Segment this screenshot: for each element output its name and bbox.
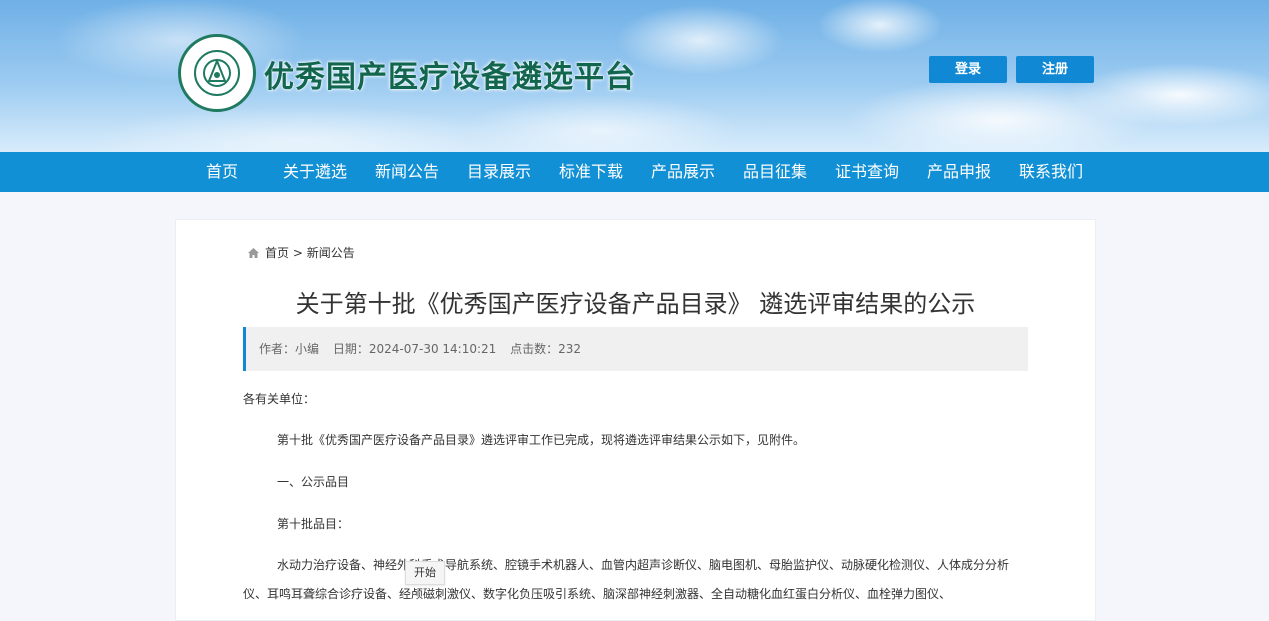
article-paragraph: 仪、耳鸣耳聋综合诊疗设备、经颅磁刺激仪、数字化负压吸引系统、脑深部神经刺激器、全… <box>243 587 952 601</box>
article-paragraph: 水动力治疗设备、神经外科手术导航系统、腔镜手术机器人、血管内超声诊断仪、脑电图机… <box>277 558 1010 572</box>
login-button[interactable]: 登录 <box>929 56 1007 83</box>
article-paragraph: 一、公示品目 <box>277 475 350 489</box>
article-paragraph: 各有关单位： <box>243 392 316 406</box>
article-date: 日期：2024-07-30 14:10:21 <box>332 342 497 356</box>
logo-emblem-icon <box>194 50 240 96</box>
breadcrumb-separator: > <box>292 246 303 260</box>
breadcrumb: 首页 > 新闻公告 <box>248 244 355 261</box>
nav-item-about[interactable]: 关于遴选 <box>283 152 347 192</box>
association-logo[interactable] <box>178 34 256 112</box>
nav-item-catalog[interactable]: 目录展示 <box>467 152 531 192</box>
article-title: 关于第十批《优秀国产医疗设备产品目录》 遴选评审结果的公示 <box>295 290 976 318</box>
nav-item-contact[interactable]: 联系我们 <box>1019 152 1083 192</box>
nav-item-standards[interactable]: 标准下载 <box>559 152 623 192</box>
header-banner: 优秀国产医疗设备遴选平台 登录 注册 <box>0 0 1269 152</box>
main-nav: 首页 关于遴选 新闻公告 目录展示 标准下载 产品展示 品目征集 证书查询 产品… <box>0 152 1269 192</box>
article-clicks: 点击数：232 <box>510 342 582 356</box>
article-meta: 作者：小编 日期：2024-07-30 14:10:21 点击数：232 <box>243 327 1028 371</box>
nav-item-collection[interactable]: 品目征集 <box>743 152 807 192</box>
nav-item-news[interactable]: 新闻公告 <box>375 152 439 192</box>
article-author: 作者：小编 <box>259 342 320 356</box>
article-card: 首页 > 新闻公告 关于第十批《优秀国产医疗设备产品目录》 遴选评审结果的公示 … <box>175 219 1096 621</box>
home-icon <box>248 248 259 258</box>
breadcrumb-current[interactable]: 新闻公告 <box>307 246 355 260</box>
nav-item-products[interactable]: 产品展示 <box>651 152 715 192</box>
start-tooltip: 开始 <box>405 561 445 585</box>
article-paragraph: 第十批《优秀国产医疗设备产品目录》遴选评审工作已完成，现将遴选评审结果公示如下，… <box>277 433 806 447</box>
register-button[interactable]: 注册 <box>1016 56 1094 83</box>
breadcrumb-home[interactable]: 首页 <box>265 246 289 260</box>
site-title: 优秀国产医疗设备遴选平台 <box>264 60 636 95</box>
nav-item-certificate[interactable]: 证书查询 <box>835 152 899 192</box>
article-paragraph: 第十批品目： <box>277 517 350 531</box>
nav-item-apply[interactable]: 产品申报 <box>927 152 991 192</box>
nav-item-home[interactable]: 首页 <box>206 152 238 192</box>
